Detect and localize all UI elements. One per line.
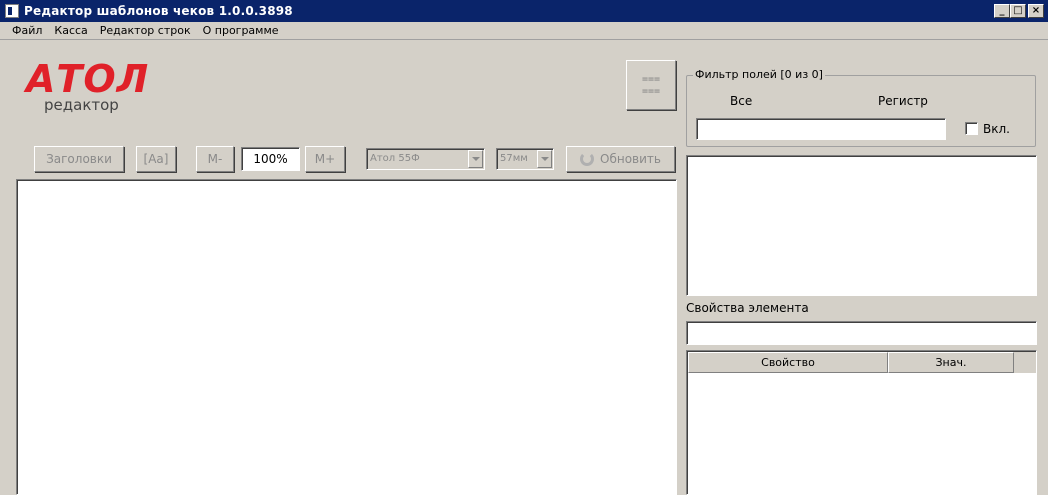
logo-brand: АТОЛ — [26, 57, 150, 101]
atol-logo: АТОЛ редактор — [26, 60, 149, 114]
refresh-label: Обновить — [600, 152, 661, 166]
title-bar[interactable]: Редактор шаблонов чеков 1.0.0.3898 _ □ × — [0, 0, 1048, 22]
filter-enable-checkbox[interactable] — [965, 122, 978, 135]
menu-bar: Файл Касса Редактор строк О программе — [0, 22, 1048, 40]
device-select-value: Атол 55Ф — [370, 153, 420, 164]
window-title: Редактор шаблонов чеков 1.0.0.3898 — [24, 4, 293, 18]
filter-all-label[interactable]: Все — [730, 94, 752, 108]
zoom-in-button[interactable]: M+ — [305, 146, 345, 172]
chevron-down-icon[interactable] — [468, 150, 483, 168]
element-properties-input[interactable] — [686, 321, 1037, 345]
window-controls: _ □ × — [994, 4, 1044, 18]
close-button[interactable]: × — [1028, 4, 1044, 18]
grid-header-filler — [1014, 352, 1036, 373]
element-properties-title: Свойства элемента — [686, 301, 809, 315]
refresh-button[interactable]: Обновить — [566, 146, 675, 172]
refresh-icon — [580, 152, 595, 166]
paper-width-select[interactable]: 57мм — [496, 148, 554, 170]
app-icon — [5, 4, 19, 18]
maximize-button[interactable]: □ — [1010, 4, 1026, 18]
headers-button[interactable]: Заголовки — [34, 146, 124, 172]
filter-register-label[interactable]: Регистр — [878, 94, 928, 108]
fields-list[interactable] — [686, 155, 1037, 296]
device-select[interactable]: Атол 55Ф — [366, 148, 485, 170]
grid-header-value[interactable]: Знач. — [888, 352, 1014, 373]
receipt-preview-canvas[interactable] — [16, 179, 677, 495]
filter-enable-label: Вкл. — [983, 122, 1010, 136]
hamburger-icon: === === — [641, 74, 661, 97]
menu-cashbox[interactable]: Касса — [48, 24, 93, 37]
chevron-down-icon[interactable] — [537, 150, 552, 168]
menu-file[interactable]: Файл — [6, 24, 48, 37]
menu-about[interactable]: О программе — [197, 24, 285, 37]
menu-line-editor[interactable]: Редактор строк — [94, 24, 197, 37]
font-button[interactable]: [Aa] — [136, 146, 176, 172]
zoom-out-button[interactable]: M- — [196, 146, 234, 172]
filter-input[interactable] — [696, 118, 946, 140]
minimize-button[interactable]: _ — [994, 4, 1010, 18]
field-filter-title: Фильтр полей [0 из 0] — [693, 68, 825, 81]
zoom-level-input[interactable]: 100% — [241, 147, 300, 171]
hamburger-menu-button[interactable]: === === — [626, 60, 676, 110]
paper-width-value: 57мм — [500, 153, 528, 164]
grid-header-property[interactable]: Свойство — [688, 352, 888, 373]
properties-grid[interactable]: Свойство Знач. — [686, 350, 1037, 495]
